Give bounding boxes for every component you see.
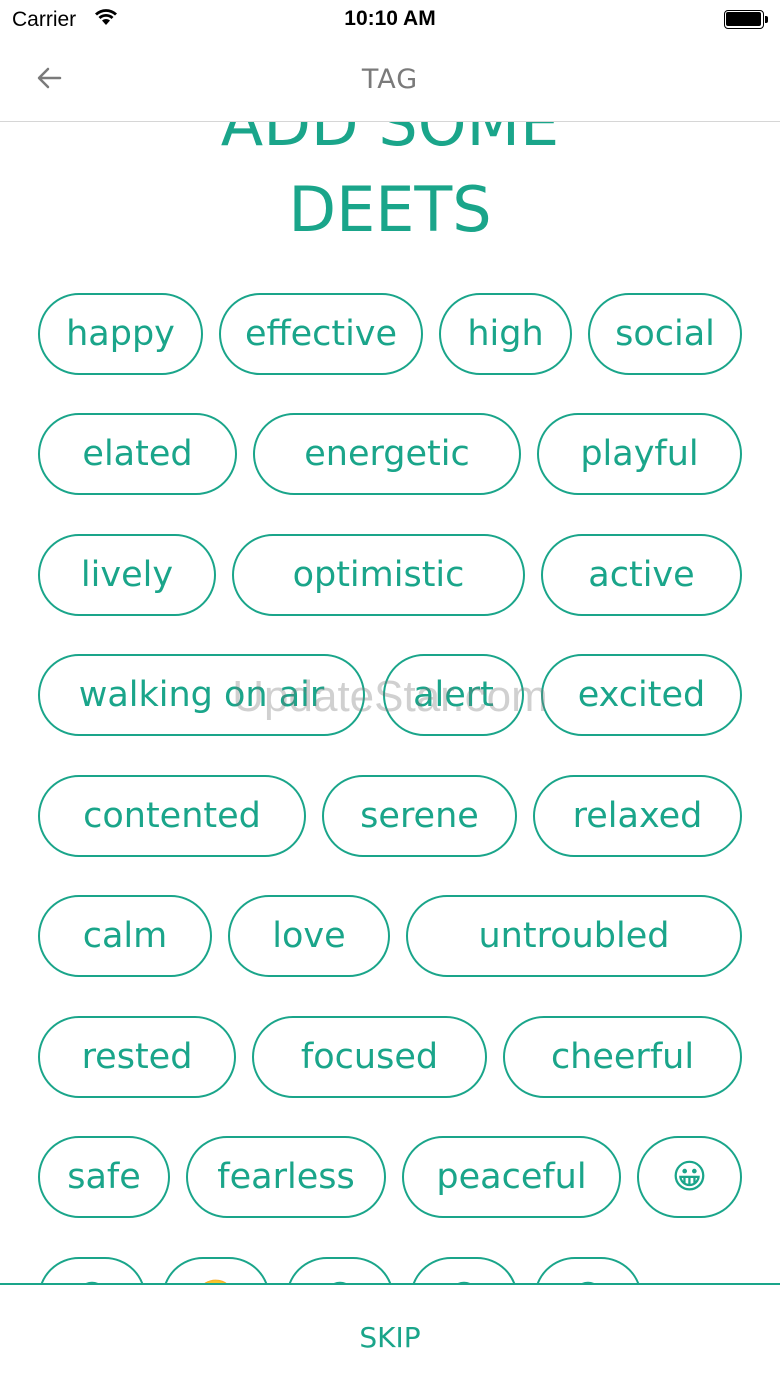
tag-optimistic[interactable]: optimistic: [232, 534, 525, 616]
tag-emoji-5[interactable]: 😃: [534, 1257, 642, 1283]
tag-love[interactable]: love: [228, 895, 390, 977]
tag-alert[interactable]: alert: [383, 654, 524, 736]
tag-emoji-4[interactable]: 😄: [410, 1257, 518, 1283]
tag-scroll-area[interactable]: ADD SOME DEETS happy effective high soci…: [0, 122, 780, 1283]
tag-excited[interactable]: excited: [541, 654, 742, 736]
navigation-bar: TAG: [0, 40, 780, 122]
tag-serene[interactable]: serene: [322, 775, 517, 857]
tag-relaxed[interactable]: relaxed: [533, 775, 742, 857]
tag-cheerful[interactable]: cheerful: [503, 1016, 742, 1098]
grinning-face-icon: 😀: [671, 1157, 708, 1197]
tag-effective[interactable]: effective: [219, 293, 423, 375]
tag-lively[interactable]: lively: [38, 534, 216, 616]
heading-line-2: DEETS: [288, 173, 492, 246]
tag-peaceful[interactable]: peaceful: [402, 1136, 621, 1218]
battery-icon: [724, 10, 768, 29]
status-bar: Carrier 10:10 AM: [0, 0, 780, 40]
tag-high[interactable]: high: [439, 293, 572, 375]
tag-safe[interactable]: safe: [38, 1136, 170, 1218]
tag-happy[interactable]: happy: [38, 293, 203, 375]
tag-emoji-3[interactable]: 😌: [286, 1257, 394, 1283]
status-time: 10:10 AM: [344, 7, 436, 30]
heading-line-1: ADD SOME: [220, 122, 560, 160]
bottom-bar: SKIP: [0, 1283, 780, 1389]
tag-elated[interactable]: elated: [38, 413, 237, 495]
tag-emoji-2[interactable]: 🙂: [162, 1257, 270, 1283]
tag-focused[interactable]: focused: [252, 1016, 487, 1098]
page-title: TAG: [361, 64, 419, 95]
tag-emoji-grinning[interactable]: 😀: [637, 1136, 742, 1218]
tag-fearless[interactable]: fearless: [186, 1136, 386, 1218]
tag-emoji-1[interactable]: 😊: [38, 1257, 146, 1283]
tag-untroubled[interactable]: untroubled: [406, 895, 742, 977]
skip-button[interactable]: SKIP: [0, 1285, 780, 1389]
tag-energetic[interactable]: energetic: [253, 413, 521, 495]
tag-playful[interactable]: playful: [537, 413, 742, 495]
tag-social[interactable]: social: [588, 293, 742, 375]
tag-walking-on-air[interactable]: walking on air: [38, 654, 365, 736]
tag-calm[interactable]: calm: [38, 895, 212, 977]
tag-rested[interactable]: rested: [38, 1016, 236, 1098]
tag-contented[interactable]: contented: [38, 775, 306, 857]
tag-active[interactable]: active: [541, 534, 742, 616]
